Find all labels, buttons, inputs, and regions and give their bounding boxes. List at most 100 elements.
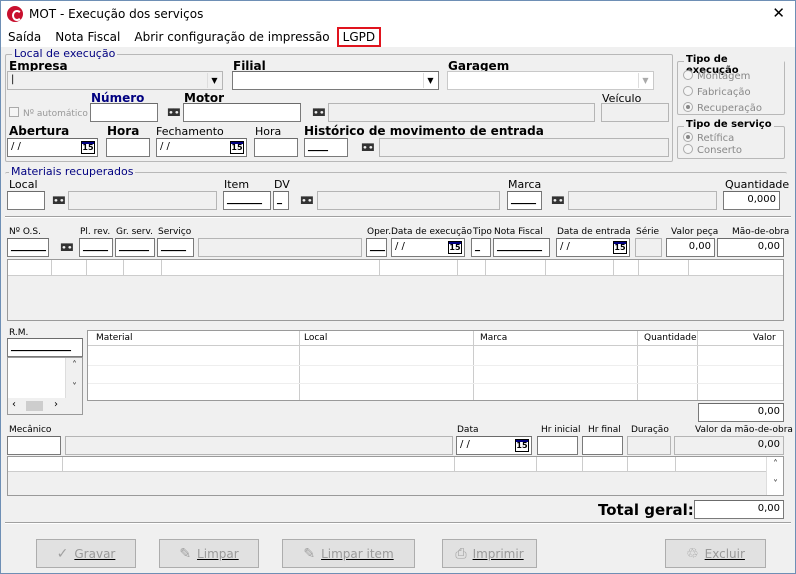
- calendar-icon[interactable]: 15: [230, 141, 244, 154]
- calendar-icon[interactable]: 15: [448, 241, 462, 254]
- garagem-select[interactable]: ▼: [447, 71, 654, 90]
- chevron-up-icon[interactable]: ˄: [767, 459, 784, 470]
- local-input[interactable]: [7, 191, 45, 210]
- binoculars-icon[interactable]: ◘◘: [300, 196, 314, 207]
- menu-abrir-configuracao-impressao[interactable]: Abrir configuração de impressão: [127, 30, 336, 44]
- quantidade-column-header: Quantidade: [644, 333, 697, 343]
- limpar-item-button[interactable]: ✎ Limpar item: [282, 539, 415, 568]
- chevron-up-icon[interactable]: ˄: [66, 360, 83, 371]
- empresa-select[interactable]: | ▼: [7, 71, 223, 90]
- excluir-button[interactable]: ♲ Excluir: [665, 539, 766, 568]
- chevron-left-icon[interactable]: ‹: [12, 399, 16, 410]
- quantidade-input[interactable]: 0,000: [723, 191, 780, 210]
- chevron-down-icon[interactable]: ▼: [638, 73, 652, 88]
- hora2-input[interactable]: [254, 138, 298, 157]
- dv-label: DV: [274, 178, 290, 191]
- nota-fiscal-input[interactable]: _________: [493, 238, 550, 257]
- data-execucao-input[interactable]: / / 15: [391, 238, 465, 257]
- data-value: / /: [460, 439, 470, 450]
- radio-icon[interactable]: [683, 70, 693, 80]
- valor-mao-label: Valor da mão-de-obra: [695, 425, 793, 435]
- rm-label: R.M.: [9, 328, 29, 338]
- binoculars-icon[interactable]: ◘◘: [361, 143, 375, 154]
- total-geral-label: Total geral:: [598, 501, 694, 519]
- dv-input[interactable]: _: [273, 191, 289, 210]
- chevron-down-icon[interactable]: ▼: [423, 73, 437, 88]
- oper-input[interactable]: ___: [366, 238, 387, 257]
- nos-label: Nº O.S.: [9, 227, 41, 237]
- mao-obra-input[interactable]: 0,00: [717, 238, 784, 257]
- scroll-thumb[interactable]: [26, 401, 43, 411]
- gr-serv-input[interactable]: ______: [115, 238, 155, 257]
- radio-icon[interactable]: [683, 144, 693, 154]
- mecanico-input[interactable]: [7, 436, 61, 455]
- data-execucao-value: / /: [395, 241, 405, 252]
- rm-list-hscroll[interactable]: ‹ ›: [8, 398, 82, 414]
- rm-input[interactable]: ____________: [7, 338, 83, 357]
- calendar-icon[interactable]: 15: [613, 241, 627, 254]
- n-automatico-checkbox[interactable]: Nº automático: [9, 107, 88, 119]
- filial-select[interactable]: ▼: [232, 71, 439, 90]
- mecanico-label: Mecânico: [9, 425, 52, 435]
- hr-final-input[interactable]: [582, 436, 623, 455]
- window-title: MOT - Execução dos serviços: [29, 7, 204, 21]
- item-description-field: [317, 191, 500, 210]
- historico-code-input[interactable]: ____: [304, 138, 348, 157]
- montagem-radio[interactable]: Montagem: [683, 70, 750, 82]
- fabricacao-radio[interactable]: Fabricação: [683, 86, 751, 98]
- limpar-button[interactable]: ✎ Limpar: [159, 539, 259, 568]
- imprimir-button[interactable]: ⎙ Imprimir: [442, 539, 537, 568]
- hr-inicial-input[interactable]: [537, 436, 578, 455]
- data-input[interactable]: / / 15: [456, 436, 532, 455]
- tipo-input[interactable]: _: [471, 238, 491, 257]
- checkbox-icon[interactable]: [9, 107, 19, 117]
- pl-rev-input[interactable]: _____: [79, 238, 113, 257]
- data-label: Data: [457, 425, 479, 435]
- radio-selected-icon[interactable]: [683, 102, 693, 112]
- valor-peca-input[interactable]: 0,00: [666, 238, 715, 257]
- retifica-radio[interactable]: Retífica: [683, 132, 734, 144]
- os-grid[interactable]: [7, 259, 784, 321]
- item-input[interactable]: _______: [223, 191, 271, 210]
- fechamento-date-input[interactable]: / / 15: [156, 138, 247, 157]
- recuperacao-radio[interactable]: Recuperação: [683, 102, 762, 114]
- chevron-right-icon[interactable]: ›: [54, 399, 58, 410]
- chevron-down-icon[interactable]: ˅: [767, 479, 784, 490]
- rm-grid[interactable]: Material Local Marca Quantidade Valor: [87, 330, 784, 401]
- binoculars-icon[interactable]: ◘◘: [60, 243, 74, 254]
- radio-icon[interactable]: [683, 86, 693, 96]
- row-divider: [88, 365, 783, 366]
- broom-icon: ✎: [179, 545, 192, 562]
- column-divider: [613, 260, 614, 276]
- chevron-down-icon[interactable]: ▼: [207, 73, 221, 88]
- calendar-icon[interactable]: 15: [515, 439, 529, 452]
- row-divider: [88, 383, 783, 384]
- numero-input[interactable]: [90, 103, 158, 122]
- radio-selected-icon[interactable]: [683, 132, 693, 142]
- menu-saida[interactable]: Saída: [1, 30, 48, 44]
- nos-input[interactable]: _______: [7, 238, 49, 257]
- motor-input[interactable]: [183, 103, 301, 122]
- binoculars-icon[interactable]: ◘◘: [312, 108, 326, 119]
- hora-input[interactable]: [106, 138, 150, 157]
- rm-list-vscroll[interactable]: ˄ ˅: [65, 358, 82, 398]
- menu-lgpd[interactable]: LGPD: [336, 27, 382, 47]
- marca-input[interactable]: _____: [507, 191, 542, 210]
- calendar-icon[interactable]: 15: [81, 141, 95, 154]
- abertura-date-input[interactable]: / / 15: [7, 138, 98, 157]
- mecanico-grid[interactable]: ˄ ˅: [7, 456, 784, 496]
- menu-nota-fiscal[interactable]: Nota Fiscal: [48, 30, 127, 44]
- rm-list[interactable]: ˄ ˅ ‹ ›: [7, 357, 83, 415]
- servico-input[interactable]: _____: [157, 238, 194, 257]
- conserto-radio[interactable]: Conserto: [683, 144, 742, 156]
- binoculars-icon[interactable]: ◘◘: [52, 196, 66, 207]
- binoculars-icon[interactable]: ◘◘: [167, 108, 181, 119]
- close-button[interactable]: ✕: [772, 4, 785, 22]
- chevron-down-icon[interactable]: ˅: [66, 382, 83, 393]
- mecanico-grid-vscroll[interactable]: ˄ ˅: [766, 457, 783, 495]
- data-entrada-input[interactable]: / / 15: [556, 238, 630, 257]
- binoculars-icon[interactable]: ◘◘: [551, 196, 565, 207]
- gravar-button[interactable]: ✓ Gravar: [36, 539, 136, 568]
- marca-description-field: [568, 191, 717, 210]
- check-icon: ✓: [56, 545, 69, 562]
